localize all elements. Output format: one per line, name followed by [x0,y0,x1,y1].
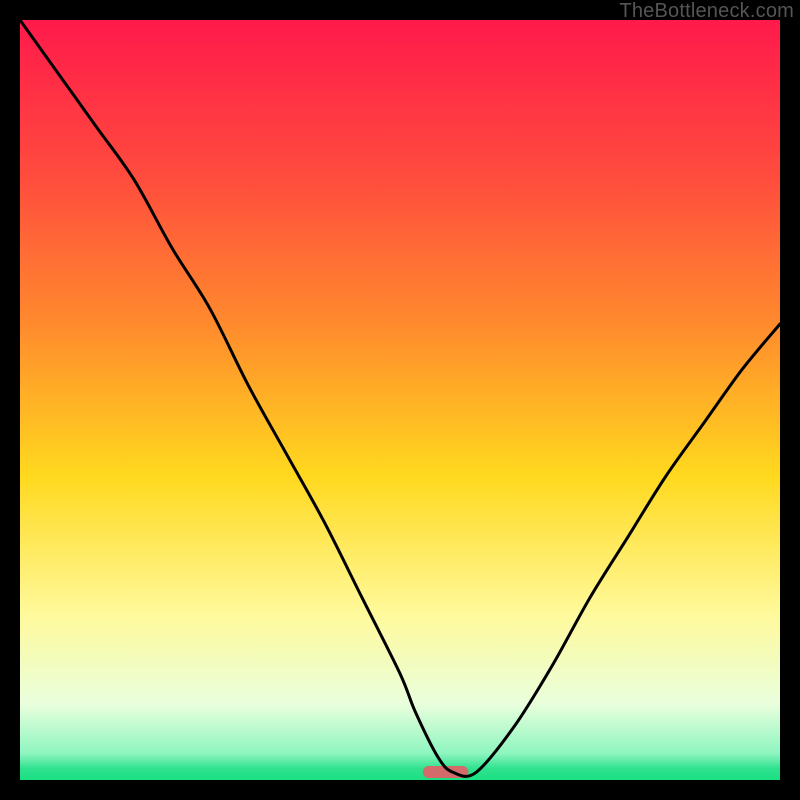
bottleneck-chart [20,20,780,780]
chart-frame: TheBottleneck.com [0,0,800,800]
chart-background [20,20,780,780]
